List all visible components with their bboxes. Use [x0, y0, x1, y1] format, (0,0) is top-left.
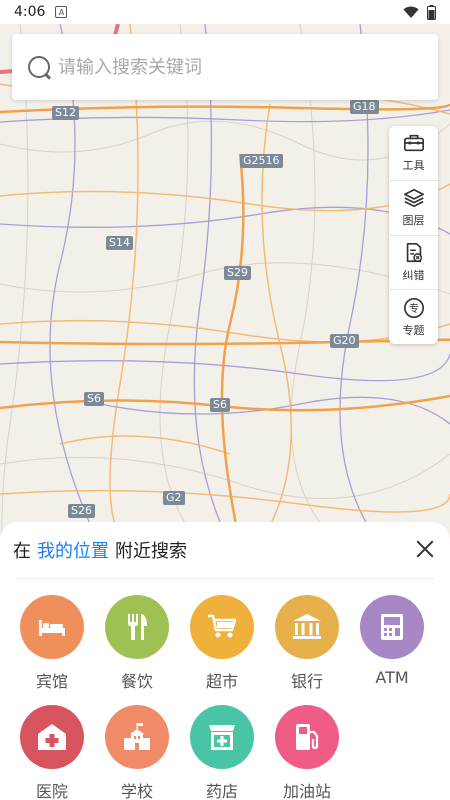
tool-label: 工具	[402, 159, 425, 173]
category-hotel[interactable]: 宾馆	[12, 595, 92, 692]
hotel-icon	[20, 595, 84, 659]
category-label: 学校	[120, 782, 153, 800]
atm-icon	[360, 595, 424, 659]
category-hospital[interactable]: 医院	[12, 705, 92, 800]
battery-icon	[427, 4, 436, 20]
category-supermarket[interactable]: 超市	[182, 595, 262, 692]
tool-label: 图层	[402, 214, 425, 228]
bank-icon	[275, 595, 339, 659]
road-label: G2516	[240, 154, 283, 168]
panel-prefix: 在	[13, 541, 31, 562]
category-label: 药店	[205, 782, 238, 800]
panel-suffix: 附近搜索	[115, 541, 187, 562]
restaurant-icon	[105, 595, 169, 659]
gas-station-icon	[275, 705, 339, 769]
hospital-icon	[20, 705, 84, 769]
road-label: G20	[330, 334, 359, 348]
category-gas-station[interactable]: 加油站	[267, 705, 347, 800]
category-label: 医院	[35, 782, 68, 800]
category-label: 银行	[290, 672, 323, 691]
map-toolbox: 工具 图层 纠错 专 专题	[389, 126, 438, 344]
category-restaurant[interactable]: 餐饮	[97, 595, 177, 692]
status-time: 4:06	[14, 4, 46, 20]
category-label: 超市	[205, 672, 238, 691]
tool-label: 纠错	[402, 268, 425, 282]
road-label: S29	[224, 266, 251, 280]
error-report-icon	[406, 242, 422, 262]
layers-icon	[403, 189, 424, 208]
category-atm[interactable]: ATM	[352, 595, 432, 687]
category-label: 餐饮	[120, 672, 153, 691]
search-icon	[28, 56, 50, 78]
supermarket-icon	[190, 595, 254, 659]
tool-button-topic[interactable]: 专 专题	[389, 290, 438, 344]
search-input[interactable]	[58, 56, 398, 78]
notification-icon: A	[55, 6, 68, 18]
category-bank[interactable]: 银行	[267, 595, 347, 692]
road-label: S6	[210, 398, 230, 412]
close-icon[interactable]	[416, 540, 434, 558]
panel-header: 在 我的位置 附近搜索	[0, 522, 450, 578]
category-pharmacy[interactable]: 药店	[182, 705, 262, 800]
category-label: 加油站	[282, 782, 331, 800]
svg-text:专: 专	[408, 302, 418, 315]
road-label: S12	[52, 106, 79, 120]
toolbox-icon	[403, 135, 424, 152]
divider	[16, 578, 434, 579]
search-bar[interactable]	[12, 34, 438, 100]
road-label: G2	[163, 491, 185, 505]
tool-button-layers[interactable]: 图层	[389, 181, 438, 236]
status-icons	[403, 4, 436, 20]
nearby-search-panel: 在 我的位置 附近搜索 宾馆 餐饮 超市 银行 ATM 医院 学校 药店 加油站	[0, 522, 450, 800]
location-link[interactable]: 我的位置	[37, 537, 109, 563]
pharmacy-icon	[190, 705, 254, 769]
road-label: S6	[84, 392, 104, 406]
category-school[interactable]: 学校	[97, 705, 177, 800]
topic-icon: 专	[403, 297, 424, 318]
tool-button-error-report[interactable]: 纠错	[389, 236, 438, 291]
category-label: 宾馆	[35, 672, 68, 691]
status-bar: 4:06 A	[0, 0, 450, 24]
road-label: S26	[68, 504, 95, 518]
tool-button-tools[interactable]: 工具	[389, 126, 438, 181]
road-label: S14	[106, 236, 133, 250]
wifi-icon	[403, 6, 419, 18]
tool-label: 专题	[402, 323, 425, 337]
category-label: ATM	[375, 668, 409, 687]
road-label: G18	[350, 100, 379, 114]
school-icon	[105, 705, 169, 769]
